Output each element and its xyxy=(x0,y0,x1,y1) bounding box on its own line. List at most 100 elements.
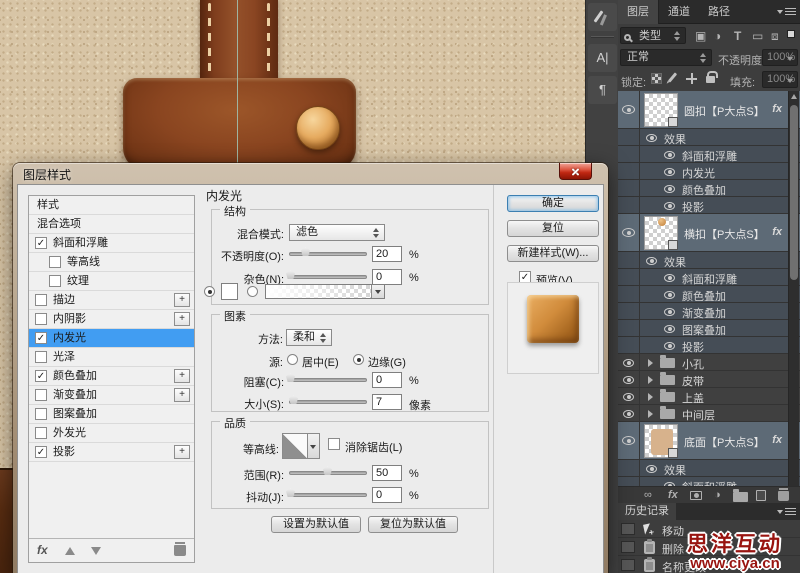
color-overlay-item[interactable]: ✓ 颜色叠加 + xyxy=(29,367,194,386)
antialias-checkbox[interactable] xyxy=(328,438,340,450)
jitter-input[interactable]: 0 xyxy=(372,487,402,503)
panel-menu-icon[interactable] xyxy=(781,508,796,516)
contour-thumbnail[interactable] xyxy=(282,433,308,459)
history-snapshot-well[interactable] xyxy=(621,523,635,535)
inner-shadow-item[interactable]: 内阴影 + xyxy=(29,310,194,329)
visibility-eye-icon[interactable] xyxy=(622,436,635,445)
layer-thumbnail[interactable] xyxy=(644,216,678,250)
link-layers-icon[interactable]: ∞ xyxy=(644,489,652,502)
checkbox[interactable]: ✓ xyxy=(35,446,47,458)
layer-group-row[interactable]: 小孔 xyxy=(618,354,800,371)
add-instance-button[interactable]: + xyxy=(174,312,190,326)
panel-menu-icon[interactable] xyxy=(781,8,796,16)
group-name[interactable]: 中间层 xyxy=(682,407,715,423)
visibility-eye-icon[interactable] xyxy=(664,274,675,282)
size-slider[interactable] xyxy=(289,400,367,404)
effect-row[interactable]: 斜面和浮雕 xyxy=(618,477,800,486)
visibility-eye-icon[interactable] xyxy=(623,410,634,418)
visibility-eye-icon[interactable] xyxy=(664,308,675,316)
move-up-icon[interactable] xyxy=(65,547,75,555)
contour-dropdown-icon[interactable] xyxy=(308,433,320,459)
effect-row[interactable]: 斜面和浮雕 xyxy=(618,269,800,286)
drop-shadow-item[interactable]: ✓ 投影 + xyxy=(29,443,194,462)
add-instance-button[interactable]: + xyxy=(174,293,190,307)
visibility-eye-icon[interactable] xyxy=(664,202,675,210)
noise-slider[interactable] xyxy=(289,275,367,279)
source-center-radio[interactable] xyxy=(287,354,298,365)
layer-name[interactable]: 底面【P大点S】 xyxy=(684,434,765,450)
expand-triangle-icon[interactable] xyxy=(648,359,653,367)
layer-row[interactable]: 底面【P大点S】 fx xyxy=(618,422,800,460)
scroll-up-icon[interactable] xyxy=(791,94,797,99)
tab-layers[interactable]: 图层 xyxy=(618,0,659,24)
add-mask-icon[interactable] xyxy=(690,491,702,500)
layer-group-row[interactable]: 中间层 xyxy=(618,405,800,422)
glow-color-swatch[interactable] xyxy=(221,283,238,300)
effects-header-row[interactable]: 效果 xyxy=(618,460,800,477)
reset-button[interactable]: 复位 xyxy=(507,220,599,237)
new-style-button[interactable]: 新建样式(W)... xyxy=(507,245,599,262)
group-name[interactable]: 皮带 xyxy=(682,373,704,389)
source-edge-radio[interactable] xyxy=(353,354,364,365)
layer-group-row[interactable]: 皮带 xyxy=(618,371,800,388)
tab-channels[interactable]: 通道 xyxy=(659,0,699,24)
visibility-eye-icon[interactable] xyxy=(664,325,675,333)
effect-row[interactable]: 渐变叠加 xyxy=(618,303,800,320)
visibility-eye-icon[interactable] xyxy=(646,134,657,142)
satin-item[interactable]: 光泽 xyxy=(29,348,194,367)
filter-type-icon[interactable]: T xyxy=(734,29,741,43)
group-name[interactable]: 上盖 xyxy=(682,390,704,406)
fx-menu-button[interactable]: fx xyxy=(37,543,48,557)
choke-slider[interactable] xyxy=(289,378,367,382)
fill-dropdown[interactable]: 100% xyxy=(762,71,798,88)
bevel-emboss-item[interactable]: ✓ 斜面和浮雕 xyxy=(29,234,194,253)
add-instance-button[interactable]: + xyxy=(174,388,190,402)
add-instance-button[interactable]: + xyxy=(174,369,190,383)
visibility-eye-icon[interactable] xyxy=(646,257,657,265)
checkbox[interactable]: ✓ xyxy=(35,370,47,382)
set-default-button[interactable]: 设置为默认值 xyxy=(271,516,361,533)
tab-history[interactable]: 历史记录 xyxy=(618,503,676,520)
add-layer-style-icon[interactable]: fx xyxy=(668,489,678,502)
jitter-slider[interactable] xyxy=(289,493,367,497)
pattern-overlay-item[interactable]: 图案叠加 xyxy=(29,405,194,424)
stroke-item[interactable]: 描边 + xyxy=(29,291,194,310)
checkbox[interactable] xyxy=(35,408,47,420)
filter-pixel-icon[interactable]: ▣ xyxy=(695,29,706,43)
checkbox[interactable] xyxy=(35,389,47,401)
noise-input[interactable]: 0 xyxy=(372,269,402,285)
blend-mode-select[interactable]: 滤色 xyxy=(289,224,385,241)
range-input[interactable]: 50 xyxy=(372,465,402,481)
tab-paths[interactable]: 路径 xyxy=(699,0,739,24)
checkbox[interactable] xyxy=(35,294,47,306)
styles-item[interactable]: 样式 xyxy=(29,196,194,215)
checkbox[interactable] xyxy=(35,313,47,325)
texture-item[interactable]: 纹理 xyxy=(29,272,194,291)
layer-filter-dropdown[interactable]: 类型 xyxy=(620,27,686,44)
effect-row[interactable]: 颜色叠加 xyxy=(618,286,800,303)
effect-row[interactable]: 投影 xyxy=(618,337,800,354)
lock-pixels-icon[interactable] xyxy=(668,72,677,82)
move-down-icon[interactable] xyxy=(91,547,101,555)
opacity-dropdown[interactable]: 100% xyxy=(762,49,798,66)
effect-row[interactable]: 斜面和浮雕 xyxy=(618,146,800,163)
glow-gradient-radio[interactable] xyxy=(247,286,258,297)
add-instance-button[interactable]: + xyxy=(174,445,190,459)
delete-style-icon[interactable] xyxy=(174,545,186,556)
visibility-eye-icon[interactable] xyxy=(664,185,675,193)
inner-glow-item-selected[interactable]: ✓ 内发光 xyxy=(29,329,194,348)
size-input[interactable]: 7 xyxy=(372,394,402,410)
fx-badge[interactable]: fx xyxy=(772,226,782,238)
fx-badge[interactable]: fx xyxy=(772,103,782,115)
checkbox[interactable] xyxy=(35,427,47,439)
visibility-eye-icon[interactable] xyxy=(664,168,675,176)
visibility-eye-icon[interactable] xyxy=(664,151,675,159)
contour-item[interactable]: 等高线 xyxy=(29,253,194,272)
reset-default-button[interactable]: 复位为默认值 xyxy=(368,516,458,533)
blending-options-item[interactable]: 混合选项 xyxy=(29,215,194,234)
visibility-eye-icon[interactable] xyxy=(622,105,635,114)
effect-row[interactable]: 投影 xyxy=(618,197,800,214)
checkbox[interactable] xyxy=(49,256,61,268)
expand-triangle-icon[interactable] xyxy=(648,376,653,384)
filter-smart-object-icon[interactable]: ⧈ xyxy=(771,29,779,43)
